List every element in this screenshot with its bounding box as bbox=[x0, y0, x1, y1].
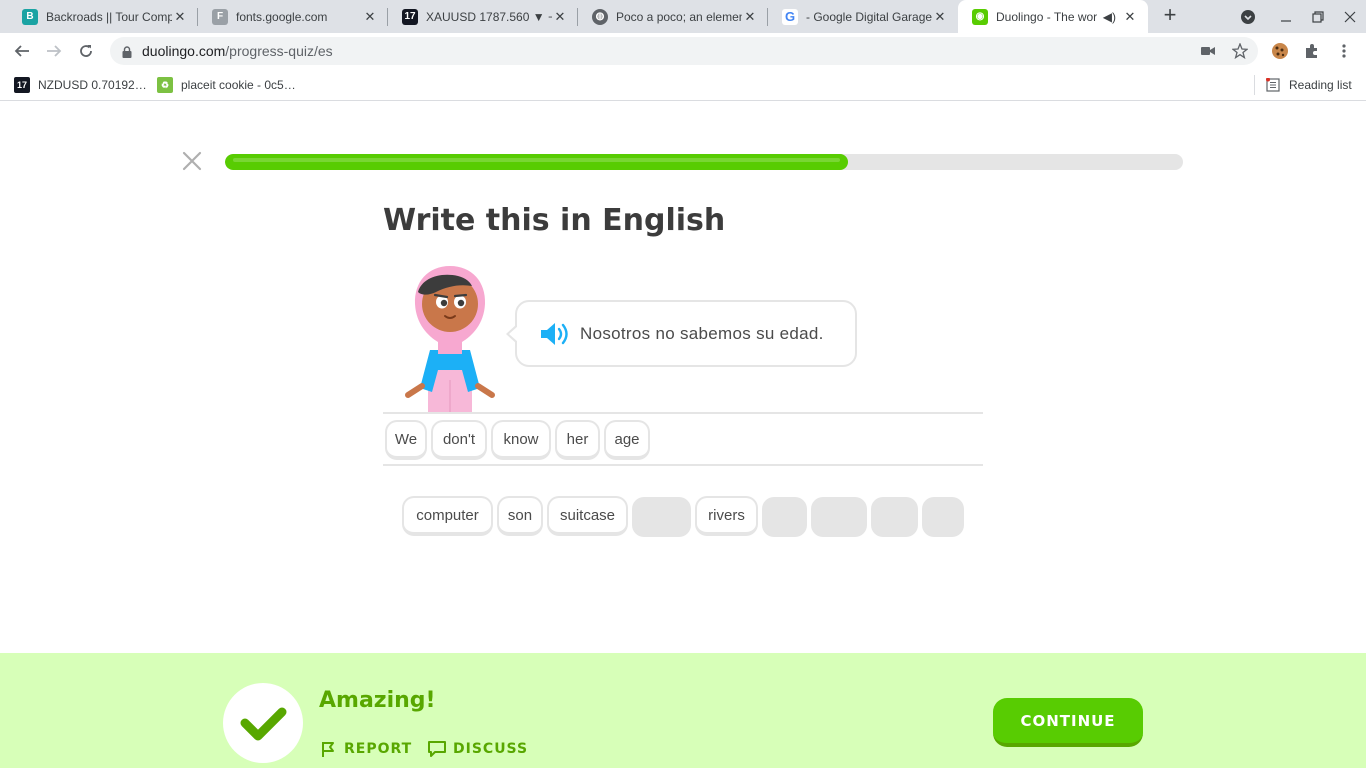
answer-word-chip[interactable]: don't bbox=[431, 420, 487, 460]
tradingview-favicon: 17 bbox=[14, 77, 30, 93]
word-bank-placeholder bbox=[762, 497, 807, 537]
word-bank-placeholder bbox=[871, 497, 918, 537]
feedback-footer bbox=[0, 653, 1366, 768]
prompt-title: Write this in English bbox=[383, 203, 726, 238]
tab-title: Poco a poco; an elemen bbox=[616, 9, 742, 24]
bookmarks-bar: 17 NZDUSD 0.70192… ♻ placeit cookie - 0c… bbox=[0, 69, 1366, 101]
correct-badge bbox=[223, 683, 303, 763]
camera-icon[interactable] bbox=[1196, 39, 1220, 63]
browser-toolbar: duolingo.com/progress-quiz/es bbox=[0, 33, 1366, 69]
answer-line-bottom bbox=[383, 464, 983, 466]
progress-fill bbox=[225, 154, 848, 170]
tab-digital-garage[interactable]: G - Google Digital Garage ✕ bbox=[768, 0, 958, 33]
discuss-label: DISCUSS bbox=[453, 741, 529, 757]
word-bank-placeholder bbox=[811, 497, 867, 537]
word-bank-placeholder bbox=[632, 497, 691, 537]
reading-list-label: Reading list bbox=[1289, 78, 1352, 92]
tab-title: XAUUSD 1787.560 ▼ − bbox=[426, 9, 552, 24]
cookie-extension-icon[interactable] bbox=[1268, 39, 1292, 63]
tab-search-button[interactable] bbox=[1232, 0, 1264, 33]
word-bank-chip[interactable]: son bbox=[497, 496, 543, 536]
tab-duolingo[interactable]: ◉ Duolingo - The wor ◀) ✕ bbox=[958, 0, 1148, 33]
bookmark-label: placeit cookie - 0c5… bbox=[181, 78, 296, 92]
tab-xauusd[interactable]: 17 XAUUSD 1787.560 ▼ − ✕ bbox=[388, 0, 578, 33]
address-bar[interactable]: duolingo.com/progress-quiz/es bbox=[110, 37, 1258, 65]
answer-word-chip[interactable]: We bbox=[385, 420, 427, 460]
comment-icon bbox=[428, 741, 446, 757]
lesson-progress-bar bbox=[225, 154, 1183, 170]
tab-title: fonts.google.com bbox=[236, 9, 328, 24]
bookmark-label: NZDUSD 0.70192… bbox=[38, 78, 147, 92]
lock-icon[interactable] bbox=[122, 45, 132, 58]
answer-word-chip[interactable]: know bbox=[491, 420, 551, 460]
extensions-puzzle-icon[interactable] bbox=[1300, 39, 1324, 63]
tab-title: Duolingo - The wor bbox=[996, 9, 1098, 24]
bookmark-star-icon[interactable] bbox=[1228, 39, 1252, 63]
lesson-character-illustration bbox=[405, 266, 495, 412]
duolingo-favicon: ◉ bbox=[972, 8, 988, 25]
answer-word-chip[interactable]: age bbox=[604, 420, 650, 460]
url-text: duolingo.com/progress-quiz/es bbox=[142, 43, 333, 59]
tab-fonts[interactable]: F fonts.google.com ✕ bbox=[198, 0, 388, 33]
flag-icon bbox=[322, 742, 334, 757]
close-tab-icon[interactable]: ✕ bbox=[742, 9, 758, 25]
browser-menu-icon[interactable] bbox=[1332, 39, 1356, 63]
close-tab-icon[interactable]: ✕ bbox=[552, 9, 568, 25]
restore-button[interactable] bbox=[1302, 0, 1334, 33]
word-bank-chip[interactable]: suitcase bbox=[547, 496, 628, 536]
backroads-favicon: B bbox=[22, 8, 38, 25]
reading-list-icon bbox=[1266, 78, 1280, 92]
bookmark-placeit[interactable]: ♻ placeit cookie - 0c5… bbox=[157, 76, 296, 94]
fonts-favicon: F bbox=[212, 8, 228, 25]
source-sentence[interactable]: Nosotros no sabemos su edad. bbox=[580, 324, 824, 344]
audio-playing-icon[interactable]: ◀) bbox=[1103, 10, 1116, 24]
answer-line-top bbox=[383, 412, 983, 414]
report-button[interactable]: REPORT bbox=[320, 738, 412, 760]
close-tab-icon[interactable]: ✕ bbox=[172, 9, 188, 25]
discuss-button[interactable]: DISCUSS bbox=[427, 738, 528, 760]
close-icon bbox=[182, 151, 202, 171]
report-label: REPORT bbox=[344, 741, 413, 757]
tab-poco-a-poco[interactable]: ◍ Poco a poco; an elemen ✕ bbox=[578, 0, 768, 33]
forward-button[interactable] bbox=[42, 39, 66, 63]
minimize-button[interactable] bbox=[1270, 0, 1302, 33]
quit-lesson-button[interactable] bbox=[180, 149, 204, 173]
continue-button[interactable]: CONTINUE bbox=[993, 698, 1143, 747]
reload-button[interactable] bbox=[74, 39, 98, 63]
close-window-button[interactable] bbox=[1334, 0, 1366, 33]
bookmark-nzdusd[interactable]: 17 NZDUSD 0.70192… bbox=[14, 76, 147, 94]
close-tab-icon[interactable]: ✕ bbox=[362, 9, 378, 25]
tradingview-favicon: 17 bbox=[402, 8, 418, 25]
google-favicon: G bbox=[782, 8, 798, 25]
word-bank-chip[interactable]: rivers bbox=[695, 496, 758, 536]
tab-title: - Google Digital Garage bbox=[806, 9, 932, 24]
reading-list-button[interactable]: Reading list bbox=[1266, 76, 1352, 94]
word-bank-chip[interactable]: computer bbox=[402, 496, 493, 536]
play-audio-button[interactable] bbox=[539, 320, 571, 348]
back-button[interactable] bbox=[10, 39, 34, 63]
tab-title: Backroads || Tour Comp bbox=[46, 9, 172, 24]
tab-strip: B Backroads || Tour Comp ✕ F fonts.googl… bbox=[0, 0, 1366, 33]
answer-word-chip[interactable]: her bbox=[555, 420, 600, 460]
placeit-favicon: ♻ bbox=[157, 77, 173, 93]
word-bank-placeholder bbox=[922, 497, 964, 537]
close-tab-icon[interactable]: ✕ bbox=[1122, 9, 1138, 25]
close-tab-icon[interactable]: ✕ bbox=[932, 9, 948, 25]
tab-backroads[interactable]: B Backroads || Tour Comp ✕ bbox=[8, 0, 198, 33]
globe-favicon: ◍ bbox=[592, 8, 608, 25]
speaker-icon bbox=[541, 323, 568, 345]
checkmark-icon bbox=[240, 707, 287, 741]
feedback-message: Amazing! bbox=[319, 688, 436, 713]
new-tab-button[interactable]: + bbox=[1158, 4, 1182, 28]
